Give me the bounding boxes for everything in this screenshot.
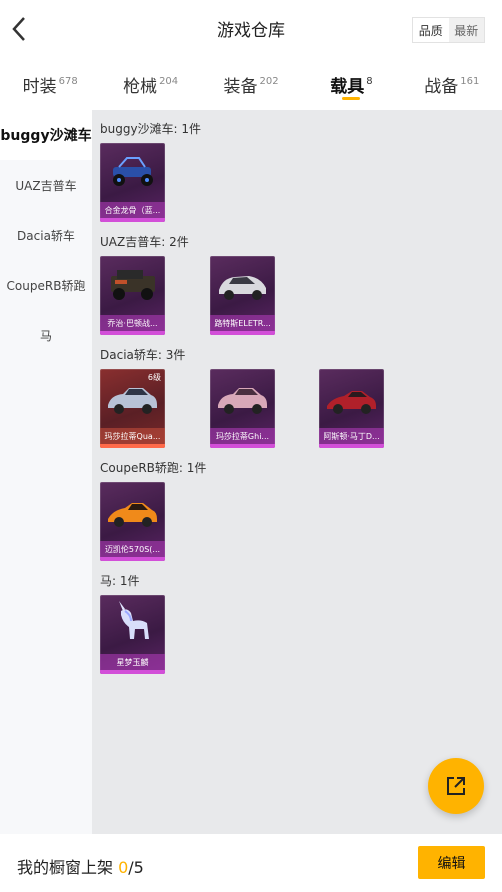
sidebar-item-buggy[interactable]: buggy沙滩车 — [0, 110, 92, 160]
vehicle-card[interactable]: 路特斯ELETR... — [210, 256, 275, 335]
tab-count: 204 — [159, 76, 179, 87]
rarity-bar — [100, 218, 165, 222]
sort-toggle: 品质 最新 — [412, 17, 485, 43]
edit-button[interactable]: 编辑 — [418, 846, 485, 879]
vehicle-card[interactable]: 6级 玛莎拉蒂Qua... — [100, 369, 165, 448]
card-caption: 迈凯伦570S(... — [104, 545, 161, 554]
tab-label: 载具 — [330, 77, 365, 97]
rarity-bar — [100, 670, 165, 674]
sidebar-item-uaz[interactable]: UAZ吉普车 — [0, 160, 92, 210]
vehicle-card[interactable]: 合金龙骨（蓝... — [100, 143, 165, 222]
tab-equipment[interactable]: 装备 202 — [201, 58, 301, 110]
sort-latest-button[interactable]: 最新 — [448, 18, 484, 42]
card-caption: 乔治·巴顿战... — [107, 319, 158, 328]
rarity-bar — [100, 444, 165, 448]
showcase-label: 我的橱窗上架 0/5 — [17, 854, 144, 878]
card-caption: 路特斯ELETR... — [214, 319, 271, 328]
sidebar-item-dacia[interactable]: Dacia轿车 — [0, 210, 92, 260]
tab-count: 678 — [58, 76, 78, 87]
vehicle-card[interactable]: 玛莎拉蒂Ghi... — [210, 369, 275, 448]
sidebar-item-coupe[interactable]: CoupeRB轿跑 — [0, 260, 92, 310]
sidebar-item-horse[interactable]: 马 — [0, 310, 92, 360]
tab-fashion[interactable]: 时装 678 — [0, 58, 100, 110]
section-title-dacia: Dacia轿车: 3件 — [100, 348, 186, 362]
suv-image-icon — [219, 276, 266, 300]
vehicle-card[interactable]: 阿斯顿·马丁D... — [319, 369, 384, 448]
sort-quality-button[interactable]: 品质 — [413, 18, 449, 42]
vehicle-card[interactable]: 星梦玉麟 — [100, 595, 165, 674]
active-tab-indicator — [342, 97, 361, 100]
card-caption: 星梦玉麟 — [116, 658, 149, 667]
sports-car-image-icon — [108, 503, 157, 527]
tab-count: 161 — [460, 76, 480, 87]
top-bar: 游戏仓库 品质 最新 — [0, 0, 502, 58]
showcase-total: /5 — [128, 858, 144, 877]
section-title-horse: 马: 1件 — [100, 574, 140, 588]
rarity-bar — [210, 331, 275, 335]
vehicle-card[interactable]: 迈凯伦570S(... — [100, 482, 165, 561]
tab-vehicles[interactable]: 载具 8 — [301, 58, 401, 110]
card-caption: 玛莎拉蒂Ghi... — [215, 432, 270, 441]
tab-label: 装备 — [223, 77, 258, 97]
sedan-image-icon — [108, 388, 157, 414]
showcase-text: 我的橱窗上架 — [17, 858, 119, 877]
showcase-bar: 我的橱窗上架 0/5 编辑 — [0, 834, 502, 892]
rarity-bar — [210, 444, 275, 448]
rarity-bar — [100, 557, 165, 561]
section-title-uaz: UAZ吉普车: 2件 — [100, 235, 189, 249]
section-title-coupe: CoupeRB轿跑: 1件 — [100, 461, 207, 475]
section-title-buggy: buggy沙滩车: 1件 — [100, 122, 202, 136]
vehicle-type-sidebar: buggy沙滩车 UAZ吉普车 Dacia轿车 CoupeRB轿跑 马 — [0, 110, 92, 834]
rarity-bar — [319, 444, 384, 448]
vehicle-card[interactable]: 乔治·巴顿战... — [100, 256, 165, 335]
rarity-bar — [100, 331, 165, 335]
tab-count: 202 — [259, 76, 279, 87]
tab-label: 战备 — [424, 77, 459, 97]
category-tabs: 时装 678 枪械 204 装备 202 载具 8 战备 161 — [0, 58, 502, 110]
tab-count: 8 — [366, 76, 373, 87]
share-out-icon — [447, 777, 465, 795]
tab-combat-gear[interactable]: 战备 161 — [402, 58, 502, 110]
share-button[interactable] — [428, 758, 484, 814]
showcase-count: 0 — [118, 858, 129, 877]
card-caption: 合金龙骨（蓝... — [104, 206, 161, 215]
sedan-image-icon — [218, 388, 267, 414]
tab-weapons[interactable]: 枪械 204 — [100, 58, 200, 110]
card-caption: 阿斯顿·马丁D... — [323, 432, 380, 441]
tab-label: 时装 — [22, 77, 57, 97]
jeep-image-icon — [111, 270, 155, 300]
unicorn-image-icon — [119, 601, 149, 639]
buggy-image-icon — [113, 157, 153, 186]
sports-car-image-icon — [327, 391, 376, 414]
tab-label: 枪械 — [123, 77, 158, 97]
card-caption: 玛莎拉蒂Qua... — [104, 432, 161, 441]
inventory-content: buggy沙滩车: 1件 合金龙骨（蓝... UAZ吉普车: 2件 乔治·巴顿战… — [92, 110, 502, 834]
